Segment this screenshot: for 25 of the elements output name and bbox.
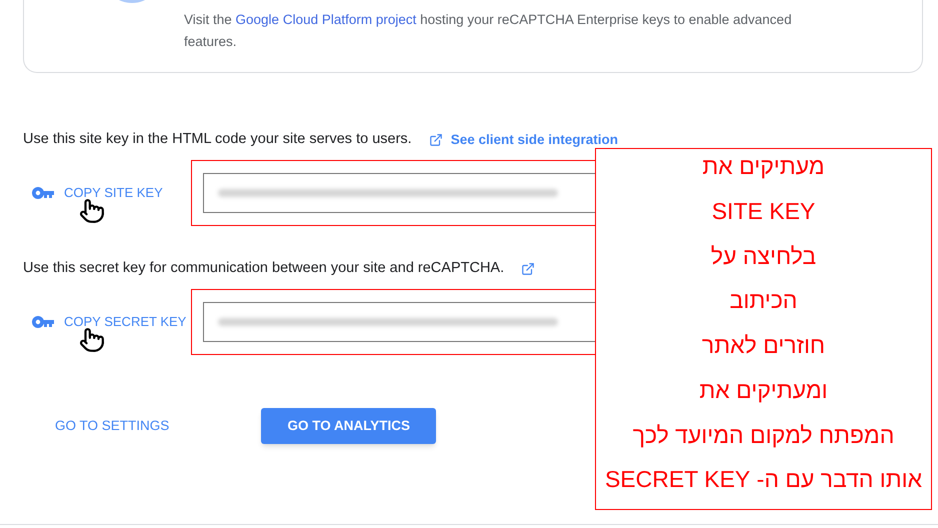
annotation-line: ומעתיקים את [699, 376, 828, 405]
key-icon [32, 316, 54, 328]
hand-cursor-icon [79, 325, 105, 355]
annotation-line: חוזרים לאתר [702, 331, 826, 360]
external-link-icon[interactable] [428, 133, 443, 147]
key-icon [32, 187, 54, 199]
annotation-line: הכיתוב [730, 286, 798, 316]
annotation-line: המפתח למקום המיועד לכך [632, 420, 894, 450]
client-integration-link[interactable]: See client side integration [450, 130, 618, 150]
settings-button[interactable]: GO TO SETTINGS [31, 408, 194, 444]
annotation-line: מעתיקים את [702, 152, 825, 181]
hand-cursor-icon [79, 196, 105, 226]
annotation-line: SITE KEY [712, 196, 816, 226]
analytics-button[interactable]: GO TO ANALYTICS [261, 408, 436, 444]
copy-key-button[interactable]: COPY SITE KEY [64, 183, 163, 203]
key-description: Use this site key in the HTML code your site serves to users. [23, 130, 412, 150]
copy-key-button[interactable]: COPY SECRET KEY [64, 312, 186, 332]
key-description: Use this secret key for communication between your site and reCAPTCHA. [23, 259, 504, 278]
key-field[interactable] [203, 302, 595, 342]
external-link-icon[interactable] [521, 262, 536, 276]
info-text: Visit the Google Cloud Platform project hosting your reCAPTCHA Enterprise keys to enable advanced features. [184, 11, 793, 51]
cloud-project-link[interactable]: Google Cloud Platform project [236, 12, 416, 27]
annotation-line: אותו הדבר עם ה- SECRET KEY [604, 465, 922, 494]
key-field[interactable] [203, 173, 595, 213]
annotation-line: בלחיצה על [710, 242, 816, 270]
